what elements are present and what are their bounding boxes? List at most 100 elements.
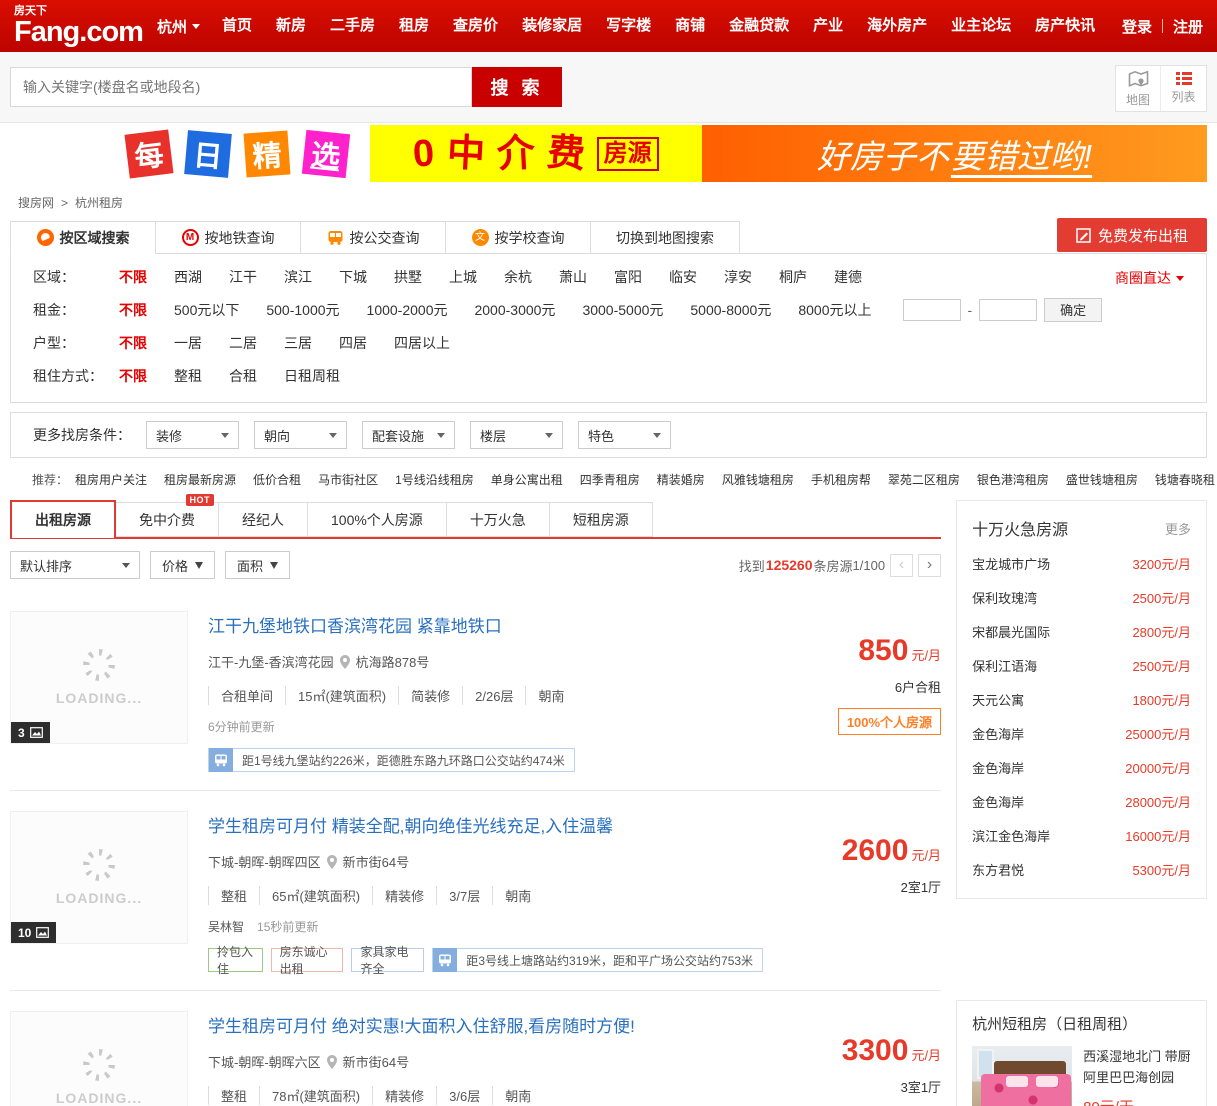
- rent-min-input[interactable]: [902, 298, 961, 321]
- filter-dropdown[interactable]: 配套设施: [362, 421, 455, 449]
- nav-link[interactable]: 租房: [387, 0, 441, 52]
- urgent-list-item[interactable]: 金色海岸 20000元/月: [972, 750, 1191, 784]
- district-option[interactable]: 上城: [449, 269, 477, 285]
- nav-link[interactable]: 金融贷款: [717, 0, 801, 52]
- nav-link[interactable]: 装修家居: [510, 0, 594, 52]
- register-link[interactable]: 注册: [1173, 16, 1203, 37]
- layout-option[interactable]: 一居: [174, 335, 202, 351]
- filter-dropdown[interactable]: 装修: [146, 421, 239, 449]
- mode-option[interactable]: 整租: [174, 368, 202, 384]
- recommend-link[interactable]: 风雅钱塘租房: [722, 473, 794, 487]
- nav-link[interactable]: 房产快讯: [1023, 0, 1107, 52]
- tab-urgent[interactable]: 十万火急: [445, 502, 550, 537]
- tab-short-rent[interactable]: 短租房源: [548, 502, 653, 537]
- recommend-link[interactable]: 精装婚房: [657, 473, 705, 487]
- urgent-list-item[interactable]: 宝龙城市广场 3200元/月: [972, 546, 1191, 580]
- rent-option[interactable]: 500-1000元: [266, 302, 339, 318]
- listing-title[interactable]: 学生租房可月付 精装全配,朝向绝佳光线充足,入住温馨: [208, 812, 763, 837]
- urgent-list-item[interactable]: 金色海岸 25000元/月: [972, 716, 1191, 750]
- list-view-button[interactable]: 列表: [1161, 66, 1206, 111]
- recommend-link[interactable]: 银色港湾租房: [977, 473, 1049, 487]
- district-option[interactable]: 西湖: [174, 269, 202, 285]
- urgent-list-item[interactable]: 东方君悦 5300元/月: [972, 852, 1191, 886]
- recommend-link[interactable]: 1号线沿线租房: [395, 473, 474, 487]
- listing-photo[interactable]: LOADING... 3: [10, 611, 188, 744]
- district-option[interactable]: 下城: [339, 269, 367, 285]
- next-page-button[interactable]: ›: [918, 553, 942, 577]
- urgent-list-item[interactable]: 保利江语海 2500元/月: [972, 648, 1191, 682]
- tab-bus-search[interactable]: 按公交查询: [300, 221, 446, 254]
- agent-name[interactable]: 吴林智: [208, 920, 244, 934]
- breadcrumb-home[interactable]: 搜房网: [18, 194, 54, 211]
- tab-map-search[interactable]: 切换到地图搜索: [590, 221, 740, 254]
- listing-district-link[interactable]: 下城-朝晖-朝晖六区: [208, 1052, 321, 1071]
- district-option[interactable]: 江干: [229, 269, 257, 285]
- rent-option[interactable]: 8000元以上: [798, 302, 871, 318]
- district-option[interactable]: 萧山: [559, 269, 587, 285]
- filter-option-any[interactable]: 不限: [119, 366, 147, 386]
- tab-no-agency-fee[interactable]: 免中介费 HOT: [115, 494, 219, 537]
- nav-link[interactable]: 商铺: [663, 0, 717, 52]
- nav-link[interactable]: 二手房: [318, 0, 387, 52]
- layout-option[interactable]: 三居: [284, 335, 312, 351]
- district-option[interactable]: 滨江: [284, 269, 312, 285]
- recommend-link[interactable]: 马市街社区: [318, 473, 378, 487]
- listing-photo[interactable]: LOADING... 10: [10, 811, 188, 944]
- recommend-link[interactable]: 租房用户关注: [75, 473, 147, 487]
- layout-option[interactable]: 四居: [339, 335, 367, 351]
- recommend-link[interactable]: 单身公寓出租: [491, 473, 563, 487]
- listing-title[interactable]: 学生租房可月付 绝对实惠!大面积入住舒服,看房随时方便!: [208, 1012, 763, 1037]
- nav-link[interactable]: 查房价: [441, 0, 510, 52]
- filter-option-any[interactable]: 不限: [119, 333, 147, 353]
- confirm-button[interactable]: 确定: [1044, 297, 1103, 322]
- tab-school-search[interactable]: 文 按学校查询: [445, 221, 591, 254]
- district-option[interactable]: 桐庐: [779, 269, 807, 285]
- urgent-list-item[interactable]: 金色海岸 28000元/月: [972, 784, 1191, 818]
- urgent-list-item[interactable]: 保利玫瑰湾 2500元/月: [972, 580, 1191, 614]
- recommend-link[interactable]: 盛世钱塘租房: [1066, 473, 1138, 487]
- nav-link[interactable]: 首页: [210, 0, 264, 52]
- city-selector[interactable]: 杭州: [157, 16, 200, 37]
- tab-agents[interactable]: 经纪人: [218, 502, 308, 537]
- map-view-button[interactable]: 地图: [1116, 66, 1161, 111]
- more-link[interactable]: 更多: [1165, 519, 1191, 538]
- recommend-link[interactable]: 翠苑二区租房: [888, 473, 960, 487]
- prev-page-button[interactable]: ‹: [890, 553, 914, 577]
- short-rent-desc[interactable]: 西溪湿地北门 带厨 阿里巴巴海创园: [1083, 1046, 1191, 1089]
- recommend-link[interactable]: 四季青租房: [580, 473, 640, 487]
- urgent-list-item[interactable]: 滨江金色海岸 16000元/月: [972, 818, 1191, 852]
- nav-link[interactable]: 产业: [801, 0, 855, 52]
- filter-dropdown[interactable]: 楼层: [470, 421, 563, 449]
- nav-link[interactable]: 新房: [264, 0, 318, 52]
- search-button[interactable]: 搜 索: [472, 67, 562, 107]
- promo-banner[interactable]: 每 日 精 选 0 中 介 费 房源 好房子不 要错过哟!: [10, 125, 1207, 182]
- tab-region-search[interactable]: 按区域搜索: [10, 221, 156, 254]
- hotspot-direct-link[interactable]: 商圈直达: [1115, 268, 1184, 288]
- filter-dropdown[interactable]: 特色: [578, 421, 671, 449]
- district-option[interactable]: 余杭: [504, 269, 532, 285]
- filter-dropdown[interactable]: 朝向: [254, 421, 347, 449]
- sort-order-dropdown[interactable]: 默认排序: [10, 551, 140, 579]
- nav-link[interactable]: 写字楼: [594, 0, 663, 52]
- rent-option[interactable]: 1000-2000元: [367, 302, 448, 318]
- layout-option[interactable]: 四居以上: [394, 335, 450, 351]
- listing-title[interactable]: 江干九堡地铁口香滨湾花园 紧靠地铁口: [208, 612, 763, 637]
- fang-logo[interactable]: 房天下 Fang.com: [14, 5, 144, 47]
- recommend-link[interactable]: 手机租房帮: [811, 473, 871, 487]
- listing-district-link[interactable]: 江干-九堡-香滨湾花园: [208, 652, 334, 671]
- tab-personal-listings[interactable]: 100%个人房源: [307, 502, 447, 537]
- rent-max-input[interactable]: [979, 298, 1038, 321]
- district-option[interactable]: 拱墅: [394, 269, 422, 285]
- login-link[interactable]: 登录: [1122, 16, 1152, 37]
- sort-by-area-button[interactable]: 面积: [225, 551, 291, 579]
- publish-rental-button[interactable]: 免费发布出租: [1057, 218, 1207, 252]
- listing-photo[interactable]: LOADING... 9: [10, 1011, 188, 1106]
- district-option[interactable]: 建德: [834, 269, 862, 285]
- filter-option-any[interactable]: 不限: [119, 267, 147, 287]
- mode-option[interactable]: 日租周租: [284, 368, 340, 384]
- rent-option[interactable]: 2000-3000元: [474, 302, 555, 318]
- mode-option[interactable]: 合租: [229, 368, 257, 384]
- sort-by-price-button[interactable]: 价格: [150, 551, 216, 579]
- rent-option[interactable]: 500元以下: [174, 302, 239, 318]
- urgent-list-item[interactable]: 宋都晨光国际 2800元/月: [972, 614, 1191, 648]
